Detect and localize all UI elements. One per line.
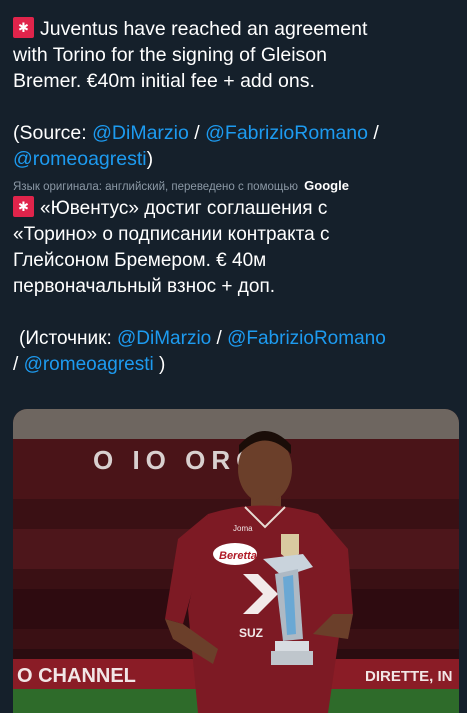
tweet-source-en: (Source: @DiMarzio / @FabrizioRomano / <box>13 122 379 144</box>
tweet-body: Juventus have reached an agreement with … <box>13 16 459 378</box>
mention-dimarzio-ru[interactable]: @DiMarzio <box>117 328 211 349</box>
mention-fabrizioromano[interactable]: @FabrizioRomano <box>205 122 368 144</box>
tweet-text-en-line-3: Bremer. €40m initial fee + add ons. <box>13 70 315 92</box>
tweet-photo[interactable]: O IO ORO O CHANNEL DIRETTE, IN Beretta J… <box>13 409 459 713</box>
police-siren-icon <box>13 196 34 217</box>
translation-note: Язык оригинала: английский, переведено с… <box>13 178 349 193</box>
tweet-text-ru-line-1: «Ювентус» достиг соглашения с <box>13 196 459 222</box>
tweet-text-en-line-1: Juventus have reached an agreement <box>13 16 459 42</box>
tweet-translation: «Ювентус» достиг соглашения с «Торино» о… <box>13 196 459 378</box>
mention-dimarzio[interactable]: @DiMarzio <box>92 122 189 144</box>
tweet-text-ru-line-2: «Торино» о подписании контракта с <box>13 224 330 245</box>
tweet-text-ru-line-3: Глейсоном Бремером. € 40м <box>13 250 267 271</box>
shirt-sponsor-text: Beretta <box>219 550 257 562</box>
tweet-text-ru-line-4: первоначальный взнос + доп. <box>13 276 276 297</box>
mention-romeoagresti[interactable]: @romeoagresti <box>13 148 147 170</box>
stand-lettering: O IO ORO <box>93 445 262 475</box>
tweet-text-en-line-2: with Torino for the signing of Gleison <box>13 44 327 66</box>
player-photo: O IO ORO O CHANNEL DIRETTE, IN Beretta J… <box>13 409 459 713</box>
mention-fabrizioromano-ru[interactable]: @FabrizioRomano <box>227 328 386 349</box>
shirt-sleeve-text: SUZ <box>239 626 263 640</box>
tweet-source-en-cont: @romeoagresti) <box>13 148 154 170</box>
mention-romeoagresti-ru[interactable]: @romeoagresti <box>24 354 154 375</box>
google-logo: Google <box>304 178 349 193</box>
ad-board-right-text: DIRETTE, IN <box>365 668 453 685</box>
police-siren-icon <box>13 17 34 38</box>
ad-board-left-text: O CHANNEL <box>17 665 136 687</box>
tweet-source-ru-cont: / @romeoagresti ) <box>13 354 166 375</box>
tweet-source-ru: (Источник: @DiMarzio / @FabrizioRomano <box>19 328 386 349</box>
shirt-maker-text: Joma <box>233 524 253 533</box>
